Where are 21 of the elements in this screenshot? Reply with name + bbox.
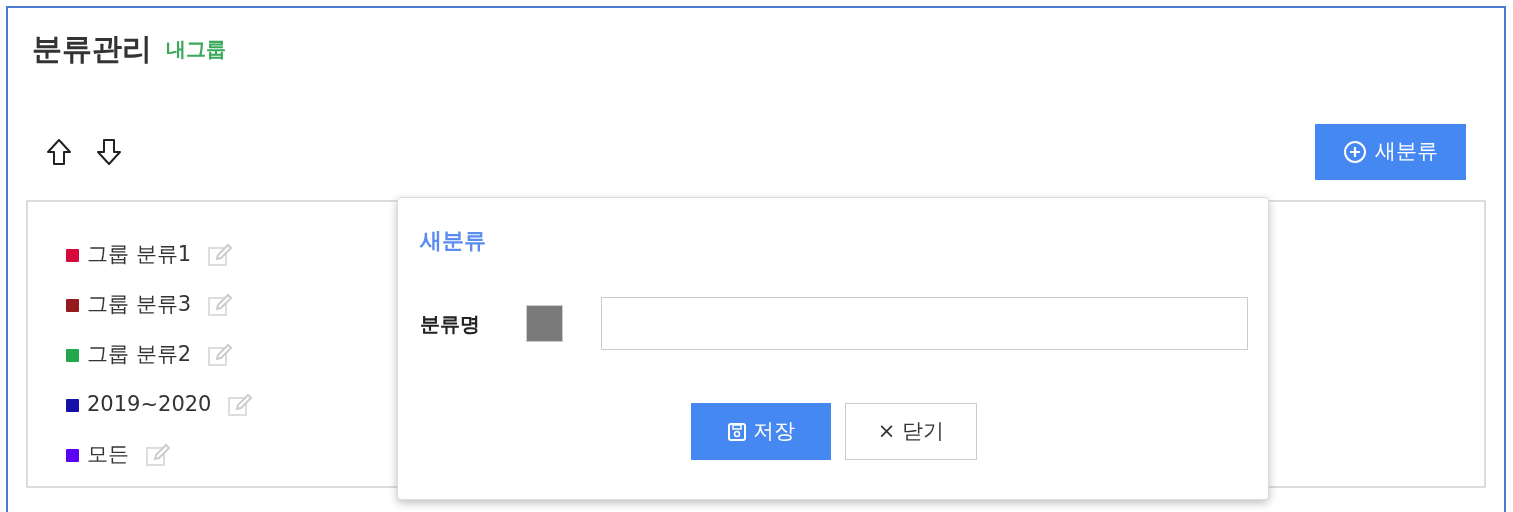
edit-icon[interactable] xyxy=(207,292,234,318)
category-label[interactable]: 그룹 분류2 xyxy=(87,339,192,371)
category-label[interactable]: 2019~2020 xyxy=(87,389,212,421)
color-picker-swatch[interactable] xyxy=(526,305,563,342)
edit-icon[interactable] xyxy=(145,442,171,468)
edit-icon[interactable] xyxy=(207,242,234,268)
plus-circle-icon xyxy=(1343,140,1367,164)
category-label[interactable]: 그룹 분류1 xyxy=(87,239,192,271)
edit-icon[interactable] xyxy=(227,392,254,418)
edit-icon[interactable] xyxy=(207,342,234,368)
arrow-up-icon[interactable] xyxy=(46,138,72,166)
arrow-down-icon[interactable] xyxy=(96,138,122,166)
category-label[interactable]: 모든 xyxy=(87,439,129,471)
dialog-title: 새분류 xyxy=(420,227,487,255)
group-label: 내그룹 xyxy=(166,36,226,63)
close-button[interactable]: × 닫기 xyxy=(845,403,977,460)
save-icon xyxy=(727,421,747,442)
category-name-field[interactable] xyxy=(601,297,1248,350)
category-label[interactable]: 그룹 분류3 xyxy=(87,289,192,321)
field-label: 분류명 xyxy=(420,310,481,338)
page-title: 분류관리 xyxy=(32,34,152,64)
